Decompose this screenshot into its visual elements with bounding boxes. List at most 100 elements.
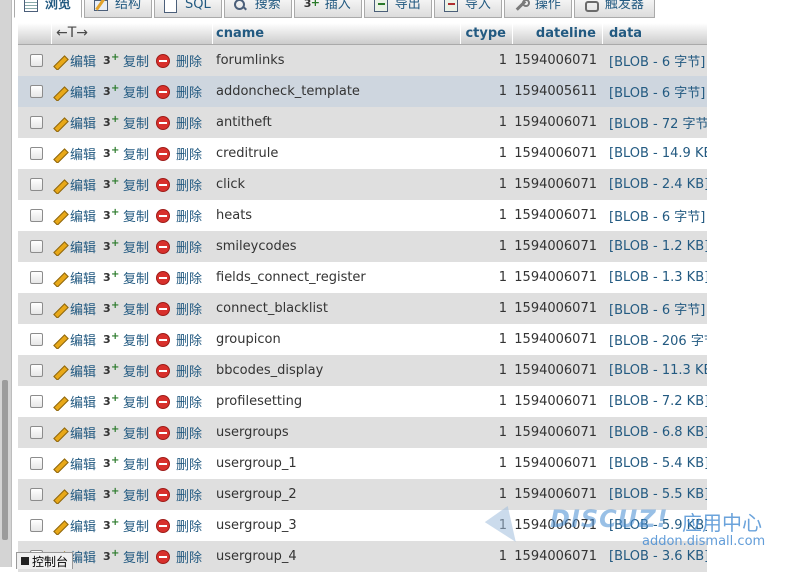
cell-data-blob[interactable]: [BLOB - 72 字节] bbox=[603, 113, 707, 132]
edit-link[interactable]: 编辑 bbox=[52, 206, 96, 225]
edit-link[interactable]: 编辑 bbox=[52, 237, 96, 256]
table-row[interactable]: 编辑 3 复制 删除 usergroups 1 1594006071 [BLOB - 6.8 … bbox=[18, 417, 707, 448]
copy-link[interactable]: 3 复制 bbox=[103, 485, 149, 504]
delete-link[interactable]: 删除 bbox=[156, 423, 202, 442]
table-row[interactable]: 编辑 3 复制 删除 heats 1 1594006071 [BLOB - 6 字节] bbox=[18, 200, 707, 231]
table-row[interactable]: 编辑 3 复制 删除 usergroup_1 1 1594006071 [BLOB - 5.4… bbox=[18, 448, 707, 479]
cell-data-blob[interactable]: [BLOB - 14.9 KB] bbox=[603, 146, 707, 161]
copy-link[interactable]: 3 复制 bbox=[103, 547, 149, 566]
cell-data-blob[interactable]: [BLOB - 1.3 KB] bbox=[603, 270, 707, 285]
table-row[interactable]: 编辑 3 复制 删除 groupicon 1 1594006071 [BLOB - 206 字… bbox=[18, 324, 707, 355]
table-row[interactable]: 编辑 3 复制 删除 fields_connect_register 1 159400607… bbox=[18, 262, 707, 293]
cell-data-blob[interactable]: [BLOB - 11.3 KB] bbox=[603, 363, 707, 378]
delete-link[interactable]: 删除 bbox=[156, 82, 202, 101]
cell-data-blob[interactable]: [BLOB - 6 字节] bbox=[603, 51, 707, 70]
row-checkbox[interactable] bbox=[29, 364, 43, 377]
copy-link[interactable]: 3 复制 bbox=[103, 361, 149, 380]
delete-link[interactable]: 删除 bbox=[156, 516, 202, 535]
cell-data-blob[interactable]: [BLOB - 6 字节] bbox=[603, 206, 707, 225]
row-checkbox[interactable] bbox=[29, 457, 43, 470]
edit-link[interactable]: 编辑 bbox=[52, 299, 96, 318]
cell-data-blob[interactable]: [BLOB - 2.4 KB] bbox=[603, 177, 707, 192]
table-row[interactable]: 编辑 3 复制 删除 addoncheck_template 1 1594005611 [BL… bbox=[18, 76, 707, 107]
delete-link[interactable]: 删除 bbox=[156, 268, 202, 287]
edit-link[interactable]: 编辑 bbox=[52, 454, 96, 473]
cell-data-blob[interactable]: [BLOB - 6.8 KB] bbox=[603, 425, 707, 440]
copy-link[interactable]: 3 复制 bbox=[103, 454, 149, 473]
table-row[interactable]: 编辑 3 复制 删除 antitheft 1 1594006071 [BLOB - 72 字节… bbox=[18, 107, 707, 138]
edit-link[interactable]: 编辑 bbox=[52, 144, 96, 163]
row-checkbox[interactable] bbox=[29, 147, 43, 160]
delete-link[interactable]: 删除 bbox=[156, 206, 202, 225]
copy-link[interactable]: 3 复制 bbox=[103, 516, 149, 535]
copy-link[interactable]: 3 复制 bbox=[103, 206, 149, 225]
edit-link[interactable]: 编辑 bbox=[52, 113, 96, 132]
row-checkbox[interactable] bbox=[29, 488, 43, 501]
edit-link[interactable]: 编辑 bbox=[52, 361, 96, 380]
edit-link[interactable]: 编辑 bbox=[52, 485, 96, 504]
left-scrollbar[interactable] bbox=[0, 0, 12, 567]
delete-link[interactable]: 删除 bbox=[156, 237, 202, 256]
table-row[interactable]: 编辑 3 复制 删除 forumlinks 1 1594006071 [BLOB - 6 字节… bbox=[18, 45, 707, 76]
tab-import[interactable]: 导入 bbox=[433, 0, 502, 18]
column-header-data[interactable]: data bbox=[603, 23, 707, 44]
table-row[interactable]: 编辑 3 复制 删除 smileycodes 1 1594006071 [BLOB - 1.2… bbox=[18, 231, 707, 262]
console-toggle[interactable]: 控制台 bbox=[16, 552, 74, 569]
row-checkbox[interactable] bbox=[29, 302, 43, 315]
delete-link[interactable]: 删除 bbox=[156, 51, 202, 70]
delete-link[interactable]: 删除 bbox=[156, 330, 202, 349]
delete-link[interactable]: 删除 bbox=[156, 175, 202, 194]
row-checkbox[interactable] bbox=[29, 395, 43, 408]
column-header-dateline[interactable]: dateline bbox=[513, 23, 603, 44]
row-checkbox[interactable] bbox=[29, 178, 43, 191]
edit-link[interactable]: 编辑 bbox=[52, 82, 96, 101]
row-checkbox[interactable] bbox=[29, 240, 43, 253]
copy-link[interactable]: 3 复制 bbox=[103, 51, 149, 70]
copy-link[interactable]: 3 复制 bbox=[103, 237, 149, 256]
copy-link[interactable]: 3 复制 bbox=[103, 268, 149, 287]
delete-link[interactable]: 删除 bbox=[156, 144, 202, 163]
delete-link[interactable]: 删除 bbox=[156, 392, 202, 411]
row-checkbox[interactable] bbox=[29, 209, 43, 222]
column-header-ctype[interactable]: ctype bbox=[461, 23, 513, 44]
copy-link[interactable]: 3 复制 bbox=[103, 175, 149, 194]
row-checkbox[interactable] bbox=[29, 271, 43, 284]
table-row[interactable]: 编辑 3 复制 删除 click 1 1594006071 [BLOB - 2.4 KB] bbox=[18, 169, 707, 200]
row-checkbox[interactable] bbox=[29, 333, 43, 346]
edit-link[interactable]: 编辑 bbox=[52, 423, 96, 442]
scrollbar-thumb[interactable] bbox=[2, 380, 8, 540]
edit-link[interactable]: 编辑 bbox=[52, 516, 96, 535]
copy-link[interactable]: 3 复制 bbox=[103, 82, 149, 101]
tab-browse[interactable]: 浏览 bbox=[14, 0, 83, 18]
delete-link[interactable]: 删除 bbox=[156, 547, 202, 566]
edit-link[interactable]: 编辑 bbox=[52, 51, 96, 70]
table-row[interactable]: 编辑 3 复制 删除 connect_blacklist 1 1594006071 [BLOB… bbox=[18, 293, 707, 324]
copy-link[interactable]: 3 复制 bbox=[103, 392, 149, 411]
copy-link[interactable]: 3 复制 bbox=[103, 330, 149, 349]
tab-export[interactable]: 导出 bbox=[363, 0, 432, 18]
row-checkbox[interactable] bbox=[29, 54, 43, 67]
copy-link[interactable]: 3 复制 bbox=[103, 144, 149, 163]
cell-data-blob[interactable]: [BLOB - 206 字节] bbox=[603, 330, 707, 349]
table-row[interactable]: 编辑 3 复制 删除 bbcodes_display 1 1594006071 [BLOB -… bbox=[18, 355, 707, 386]
delete-link[interactable]: 删除 bbox=[156, 485, 202, 504]
column-header-cname[interactable]: cname bbox=[213, 23, 461, 44]
copy-link[interactable]: 3 复制 bbox=[103, 423, 149, 442]
edit-link[interactable]: 编辑 bbox=[52, 392, 96, 411]
tab-structure[interactable]: 结构 bbox=[84, 0, 153, 18]
tab-sql[interactable]: SQL bbox=[154, 0, 222, 18]
cell-data-blob[interactable]: [BLOB - 7.2 KB] bbox=[603, 394, 707, 409]
tab-insert[interactable]: 插入 bbox=[293, 0, 362, 18]
delete-link[interactable]: 删除 bbox=[156, 113, 202, 132]
cell-data-blob[interactable]: [BLOB - 5.5 KB] bbox=[603, 487, 707, 502]
edit-link[interactable]: 编辑 bbox=[52, 268, 96, 287]
delete-link[interactable]: 删除 bbox=[156, 454, 202, 473]
table-row[interactable]: 编辑 3 复制 删除 profilesetting 1 1594006071 [BLOB - … bbox=[18, 386, 707, 417]
cell-data-blob[interactable]: [BLOB - 1.2 KB] bbox=[603, 239, 707, 254]
tab-triggers[interactable]: 触发器 bbox=[573, 0, 655, 18]
edit-link[interactable]: 编辑 bbox=[52, 175, 96, 194]
row-checkbox[interactable] bbox=[29, 519, 43, 532]
delete-link[interactable]: 删除 bbox=[156, 361, 202, 380]
tab-search[interactable]: 搜索 bbox=[223, 0, 292, 18]
cell-data-blob[interactable]: [BLOB - 6 字节] bbox=[603, 82, 707, 101]
